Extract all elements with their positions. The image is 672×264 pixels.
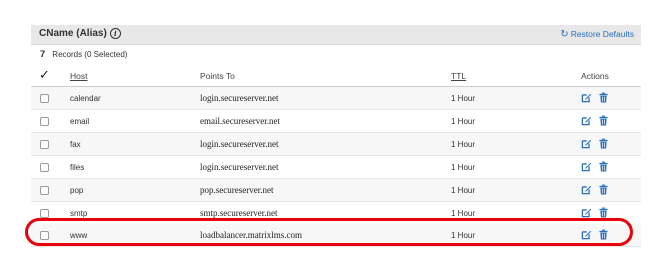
record-count: 7 [40, 49, 46, 60]
table-row: pop pop.secureserver.net 1 Hour [31, 179, 641, 202]
panel-header: CName (Alias) i ↻ Restore Defaults [31, 25, 641, 45]
table-row: email email.secureserver.net 1 Hour [31, 110, 641, 133]
row-checkbox[interactable] [40, 94, 49, 103]
points-to-cell: smtp.secureserver.net [200, 208, 278, 218]
records-summary: 7 Records (0 Selected) [40, 49, 127, 60]
trash-icon[interactable] [599, 115, 608, 126]
trash-icon[interactable] [599, 207, 608, 218]
row-checkbox[interactable] [40, 186, 49, 195]
column-header-host[interactable]: Host [70, 71, 87, 81]
host-cell: fax [70, 140, 81, 149]
host-cell: smtp [70, 209, 88, 218]
ttl-cell: 1 Hour [451, 186, 476, 195]
column-header-actions: Actions [581, 71, 609, 81]
ttl-cell: 1 Hour [451, 140, 476, 149]
points-to-cell: login.secureserver.net [200, 93, 279, 103]
ttl-cell: 1 Hour [451, 163, 476, 172]
records-status: Records (0 Selected) [52, 50, 128, 59]
ttl-cell: 1 Hour [451, 209, 476, 218]
highlight-annotation [25, 218, 633, 246]
host-cell: calendar [70, 94, 101, 103]
edit-icon[interactable] [581, 115, 592, 126]
row-checkbox[interactable] [40, 117, 49, 126]
edit-icon[interactable] [581, 207, 592, 218]
trash-icon[interactable] [599, 92, 608, 103]
table-row: calendar login.secureserver.net 1 Hour [31, 87, 641, 110]
host-cell: files [70, 163, 85, 172]
column-header-ttl[interactable]: TTL [451, 71, 466, 81]
column-header-points-to: Points To [200, 71, 235, 81]
restore-defaults-label: Restore Defaults [570, 29, 634, 39]
edit-icon[interactable] [581, 161, 592, 172]
row-checkbox[interactable] [40, 209, 49, 218]
panel-title: CName (Alias) i [39, 28, 121, 39]
points-to-cell: pop.secureserver.net [200, 185, 274, 195]
table-row: fax login.secureserver.net 1 Hour [31, 133, 641, 156]
row-checkbox[interactable] [40, 140, 49, 149]
trash-icon[interactable] [599, 184, 608, 195]
refresh-icon: ↻ [560, 28, 569, 40]
edit-icon[interactable] [581, 138, 592, 149]
edit-icon[interactable] [581, 184, 592, 195]
select-all-checkmark-icon[interactable]: ✓ [39, 67, 50, 83]
trash-icon[interactable] [599, 161, 608, 172]
edit-icon[interactable] [581, 92, 592, 103]
host-cell: pop [70, 186, 84, 195]
host-cell: email [70, 117, 90, 126]
info-icon[interactable]: i [109, 28, 121, 39]
points-to-cell: login.secureserver.net [200, 162, 279, 172]
ttl-cell: 1 Hour [451, 117, 476, 126]
points-to-cell: email.secureserver.net [200, 116, 280, 126]
table-row: files login.secureserver.net 1 Hour [31, 156, 641, 179]
trash-icon[interactable] [599, 138, 608, 149]
row-checkbox[interactable] [40, 163, 49, 172]
restore-defaults-link[interactable]: ↻ Restore Defaults [560, 29, 634, 39]
points-to-cell: login.secureserver.net [200, 139, 279, 149]
panel-title-text: CName (Alias) [39, 28, 107, 39]
ttl-cell: 1 Hour [451, 94, 476, 103]
